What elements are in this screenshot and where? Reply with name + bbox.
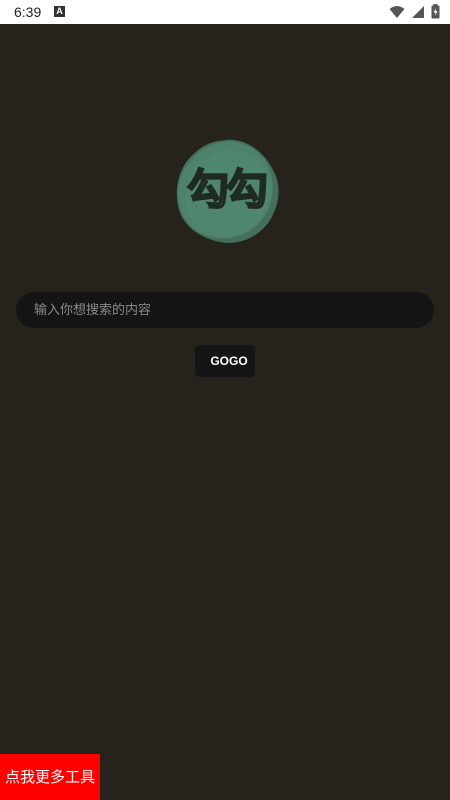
search-bar bbox=[16, 292, 434, 328]
status-bar: 6:39 A bbox=[0, 0, 450, 24]
a-icon: A bbox=[54, 6, 65, 17]
gogo-button[interactable]: GOGO bbox=[195, 345, 255, 377]
battery-icon bbox=[431, 4, 440, 19]
app-logo: 勾勾 bbox=[168, 134, 284, 250]
status-time: 6:39 bbox=[14, 4, 42, 20]
cell-signal-icon bbox=[412, 5, 424, 18]
search-input[interactable] bbox=[16, 292, 434, 328]
more-tools-button[interactable]: 点我更多工具 bbox=[0, 754, 100, 800]
logo-text: 勾勾 bbox=[186, 164, 269, 215]
status-icons bbox=[389, 4, 440, 19]
wifi-icon bbox=[389, 5, 405, 18]
app-screen: 勾勾 GOGO 点我更多工具 bbox=[0, 24, 450, 800]
